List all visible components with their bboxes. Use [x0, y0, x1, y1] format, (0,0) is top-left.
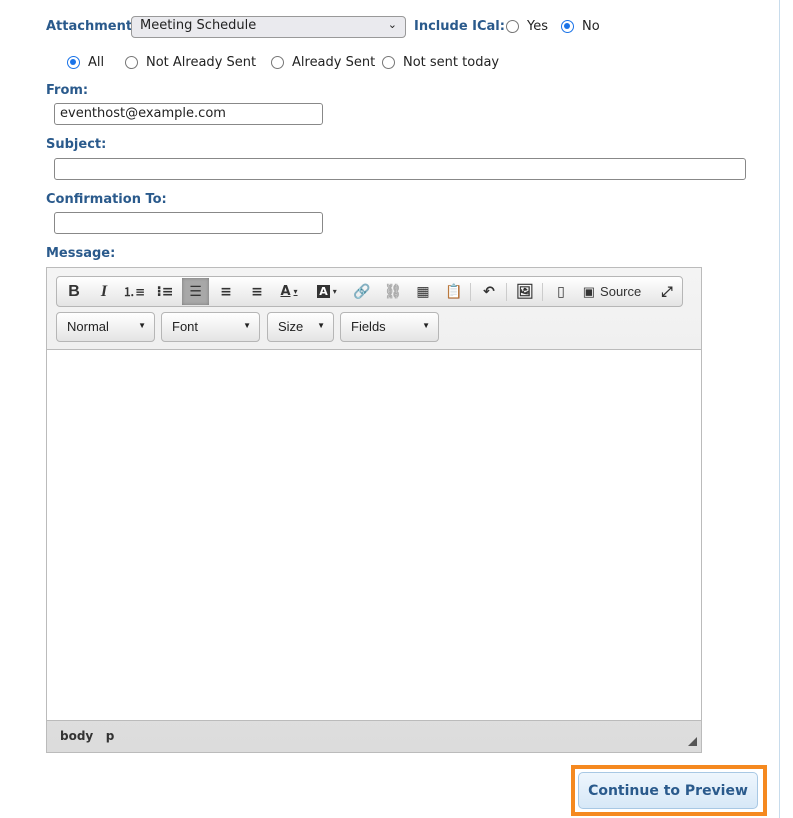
from-input[interactable]: eventhost@example.com	[54, 103, 323, 125]
message-label: Message:	[46, 246, 116, 261]
editor-toolbar: B I ⒈≡ ⁝≡ ☰ ≡ ≡ A ▾ A ▾ 🔗 ⛓ ▦ 📋 ↶ 🖼 ▯ ▣ Sou…	[56, 276, 683, 307]
attachment-label: Attachment:	[46, 19, 138, 34]
subject-input[interactable]	[54, 158, 746, 180]
radio-icon	[506, 20, 519, 33]
radio-label: Not Already Sent	[146, 55, 257, 70]
font-combo[interactable]: Font ▼	[161, 312, 260, 342]
bulleted-list-icon[interactable]: ⁝≡	[153, 278, 177, 305]
paste-text-icon[interactable]: 📋	[442, 278, 466, 305]
ical-no-radio[interactable]: No	[561, 19, 600, 34]
combo-label: Fields	[351, 319, 386, 334]
fields-combo[interactable]: Fields ▼	[340, 312, 439, 342]
align-left-icon[interactable]: ☰	[182, 278, 209, 305]
resize-handle-icon[interactable]	[688, 737, 697, 746]
dropdown-arrow-icon: ▼	[422, 321, 430, 330]
align-right-icon[interactable]: ≡	[245, 278, 269, 305]
combo-label: Normal	[67, 319, 109, 334]
link-icon[interactable]: 🔗	[350, 278, 374, 305]
rich-text-editor: B I ⒈≡ ⁝≡ ☰ ≡ ≡ A ▾ A ▾ 🔗 ⛓ ▦ 📋 ↶ 🖼 ▯ ▣ Sou…	[46, 267, 702, 753]
combo-label: Size	[278, 319, 304, 334]
unlink-icon[interactable]: ⛓	[381, 278, 405, 305]
radio-icon	[382, 56, 395, 69]
radio-checked-icon	[67, 56, 80, 69]
maximize-icon[interactable]: ⤢	[655, 278, 679, 305]
source-icon: ▣	[582, 283, 596, 299]
attachment-select[interactable]: Meeting Schedule ⌄	[131, 16, 406, 38]
radio-checked-icon	[561, 20, 574, 33]
numbered-list-icon[interactable]: ⒈≡	[122, 278, 146, 305]
filter-all-radio[interactable]: All	[67, 55, 104, 70]
source-button[interactable]: ▣ Source	[577, 278, 647, 305]
subject-label: Subject:	[46, 137, 107, 152]
filter-already-sent-radio[interactable]: Already Sent	[271, 55, 375, 70]
dropdown-arrow-icon: ▼	[138, 321, 146, 330]
radio-icon	[125, 56, 138, 69]
element-path: body p	[60, 729, 114, 743]
format-combo[interactable]: Normal ▼	[56, 312, 155, 342]
radio-label: All	[88, 55, 105, 70]
attachment-value: Meeting Schedule	[140, 18, 257, 33]
radio-label: Already Sent	[292, 55, 376, 70]
radio-icon	[271, 56, 284, 69]
combo-label: Font	[172, 319, 199, 334]
italic-icon[interactable]: I	[92, 278, 116, 305]
path-p[interactable]: p	[106, 729, 115, 743]
radio-label: Not sent today	[403, 55, 500, 70]
text-color-icon[interactable]: A ▾	[274, 278, 304, 305]
chevron-down-icon: ⌄	[387, 18, 397, 31]
radio-label: No	[582, 19, 600, 34]
background-color-icon[interactable]: A ▾	[312, 278, 342, 305]
dropdown-arrow-icon: ▼	[317, 321, 325, 330]
filter-not-already-sent-radio[interactable]: Not Already Sent	[125, 55, 256, 70]
size-combo[interactable]: Size ▼	[267, 312, 334, 342]
source-label: Source	[600, 284, 642, 299]
panel-border	[779, 0, 780, 818]
confirmation-label: Confirmation To:	[46, 192, 167, 207]
editor-content-area[interactable]	[47, 349, 701, 721]
separator	[506, 283, 507, 301]
confirmation-input[interactable]	[54, 212, 323, 234]
separator	[542, 283, 543, 301]
ical-yes-radio[interactable]: Yes	[506, 19, 548, 34]
undo-icon[interactable]: ↶	[477, 278, 501, 305]
dropdown-arrow-icon: ▼	[243, 321, 251, 330]
path-body[interactable]: body	[60, 729, 93, 743]
filter-not-sent-today-radio[interactable]: Not sent today	[382, 55, 499, 70]
continue-to-preview-button[interactable]: Continue to Preview	[578, 772, 758, 809]
image-icon[interactable]: 🖼	[513, 278, 537, 305]
ical-label: Include ICal:	[414, 19, 505, 34]
separator	[470, 283, 471, 301]
table-icon[interactable]: ▦	[411, 278, 435, 305]
new-page-icon[interactable]: ▯	[549, 278, 573, 305]
from-label: From:	[46, 83, 89, 98]
radio-label: Yes	[527, 19, 548, 34]
align-center-icon[interactable]: ≡	[214, 278, 238, 305]
bold-icon[interactable]: B	[62, 278, 86, 305]
